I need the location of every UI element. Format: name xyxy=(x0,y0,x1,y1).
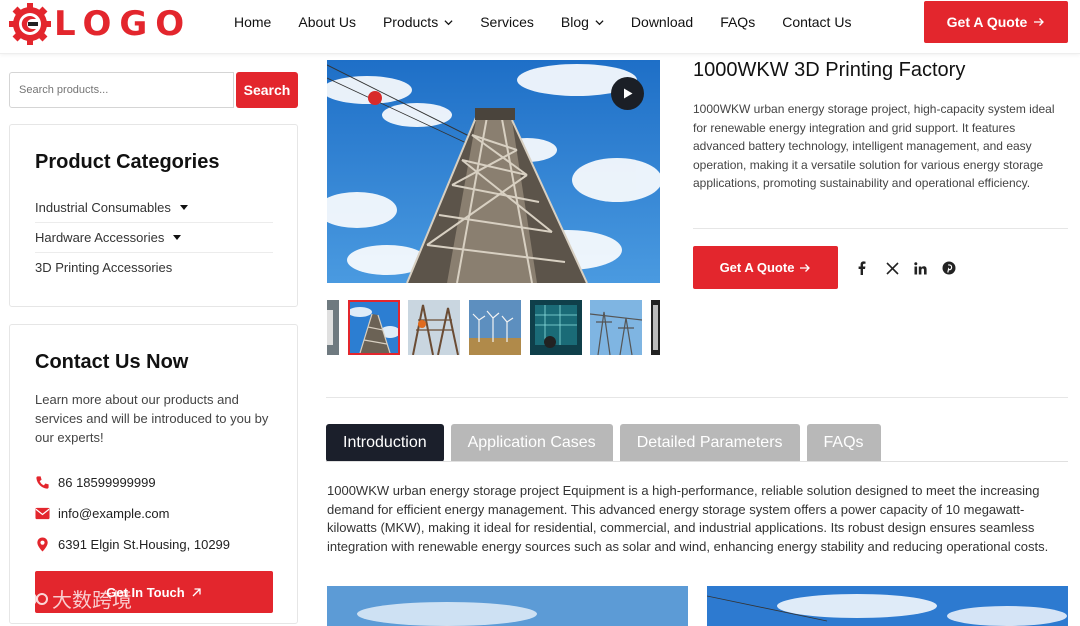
nav-label: FAQs xyxy=(720,14,756,30)
caret-down-icon[interactable] xyxy=(173,234,182,240)
nav-faqs[interactable]: FAQs xyxy=(720,14,755,30)
email-text: info@example.com xyxy=(58,506,170,521)
play-icon xyxy=(623,88,632,99)
search-input[interactable] xyxy=(9,72,234,108)
main-nav: Home About Us Products Services Blog Dow… xyxy=(234,0,878,44)
phone-text: 86 18599999999 xyxy=(58,475,156,490)
thumbnail-active[interactable] xyxy=(348,300,400,355)
tab-divider xyxy=(326,461,1068,462)
nav-label: Home xyxy=(234,14,272,30)
thumbnail-image xyxy=(530,300,582,355)
nav-label: Contact Us xyxy=(782,14,852,30)
search-button[interactable]: Search xyxy=(236,72,298,108)
address-text: 6391 Elgin St.Housing, 10299 xyxy=(58,537,231,552)
tab-label: Detailed Parameters xyxy=(636,434,783,451)
watermark-logo-icon xyxy=(11,590,48,607)
contact-description: Learn more about our products and servic… xyxy=(35,392,269,445)
category-label: Industrial Consumables xyxy=(35,199,171,215)
site-header: LOGO Home About Us Products Services Blo… xyxy=(0,0,1080,54)
contact-email[interactable]: info@example.com xyxy=(35,506,169,521)
category-label: 3D Printing Accessories xyxy=(35,260,173,275)
categories-title: Product Categories xyxy=(35,151,220,173)
nav-label: About Us xyxy=(298,14,356,30)
category-industrial-consumables[interactable]: Industrial Consumables xyxy=(35,192,273,223)
contact-title: Contact Us Now xyxy=(35,351,189,373)
social-share xyxy=(858,260,970,276)
thumbnail-image xyxy=(408,300,460,355)
tab-introduction[interactable]: Introduction xyxy=(326,424,444,462)
thumbnail[interactable] xyxy=(327,300,339,355)
play-video-button[interactable] xyxy=(611,77,644,110)
caret-down-icon[interactable] xyxy=(179,204,188,210)
nav-contact-us[interactable]: Contact Us xyxy=(782,14,851,30)
location-pin-icon xyxy=(37,537,48,552)
thumbnail[interactable] xyxy=(408,300,460,355)
tab-label: Application Cases xyxy=(467,434,596,451)
button-label: Get A Quote xyxy=(946,14,1028,30)
contact-box: Contact Us Now Learn more about our prod… xyxy=(9,324,298,624)
tab-label: Introduction xyxy=(343,434,427,451)
chevron-down-icon xyxy=(444,19,453,25)
tab-faqs[interactable]: FAQs xyxy=(806,424,881,462)
linkedin-icon[interactable] xyxy=(914,260,942,276)
product-tabs: Introduction Application Cases Detailed … xyxy=(326,424,888,462)
nav-services[interactable]: Services xyxy=(480,14,534,30)
gear-logo-icon xyxy=(9,3,51,45)
thumbnail[interactable] xyxy=(469,300,521,355)
contact-phone[interactable]: 86 18599999999 xyxy=(35,475,156,490)
nav-download[interactable]: Download xyxy=(631,14,693,30)
thumbnail-image xyxy=(350,302,398,353)
tab-label: FAQs xyxy=(823,434,864,451)
watermark-text: 大数跨境 xyxy=(52,588,132,612)
category-3d-printing-accessories[interactable]: 3D Printing Accessories xyxy=(35,252,273,283)
nav-about-us[interactable]: About Us xyxy=(298,14,356,30)
nav-label: Products xyxy=(382,14,439,30)
thumbnail-image xyxy=(327,300,339,355)
tab-application-cases[interactable]: Application Cases xyxy=(450,424,613,462)
nav-label: Services xyxy=(480,14,534,30)
thumbnail-strip xyxy=(327,300,660,355)
logo-text: LOGO xyxy=(54,4,193,44)
product-description: 1000WKW urban energy storage project, hi… xyxy=(693,102,1055,190)
pinterest-icon[interactable] xyxy=(942,260,970,276)
content-image xyxy=(327,586,688,626)
chevron-down-icon xyxy=(595,19,604,25)
contact-address: 6391 Elgin St.Housing, 10299 xyxy=(35,537,230,552)
thumbnail-image xyxy=(469,300,521,355)
arrow-up-right-icon xyxy=(192,587,201,596)
introduction-text: 1000WKW urban energy storage project Equ… xyxy=(327,483,1049,554)
product-categories-box: Product Categories Industrial Consumable… xyxy=(9,124,298,307)
divider xyxy=(326,397,1068,398)
nav-home[interactable]: Home xyxy=(234,14,271,30)
product-get-quote-button[interactable]: Get A Quote xyxy=(693,246,838,289)
logo[interactable]: LOGO xyxy=(8,2,192,46)
thumbnail[interactable] xyxy=(651,300,660,355)
button-label: Get A Quote xyxy=(719,260,795,275)
category-label: Hardware Accessories xyxy=(35,229,165,245)
tab-detailed-parameters[interactable]: Detailed Parameters xyxy=(619,424,800,462)
product-title: 1000WKW 3D Printing Factory xyxy=(693,59,966,81)
content-image xyxy=(707,586,1068,626)
divider xyxy=(693,228,1068,229)
envelope-icon xyxy=(35,507,50,520)
header-get-quote-button[interactable]: Get A Quote xyxy=(924,1,1068,43)
nav-products[interactable]: Products xyxy=(383,14,453,30)
arrow-right-icon xyxy=(1034,18,1045,26)
arrow-right-icon xyxy=(800,263,811,272)
thumbnail[interactable] xyxy=(590,300,642,355)
category-hardware-accessories[interactable]: Hardware Accessories xyxy=(35,222,273,253)
thumbnail[interactable] xyxy=(530,300,582,355)
thumbnail-image xyxy=(651,300,660,355)
nav-blog[interactable]: Blog xyxy=(561,14,604,30)
facebook-icon[interactable] xyxy=(858,260,886,276)
x-icon[interactable] xyxy=(886,260,914,276)
phone-icon xyxy=(36,476,49,489)
nav-label: Blog xyxy=(560,14,589,30)
thumbnail-image xyxy=(590,300,642,355)
nav-label: Download xyxy=(630,14,694,30)
watermark: 大数跨境 xyxy=(8,584,132,613)
